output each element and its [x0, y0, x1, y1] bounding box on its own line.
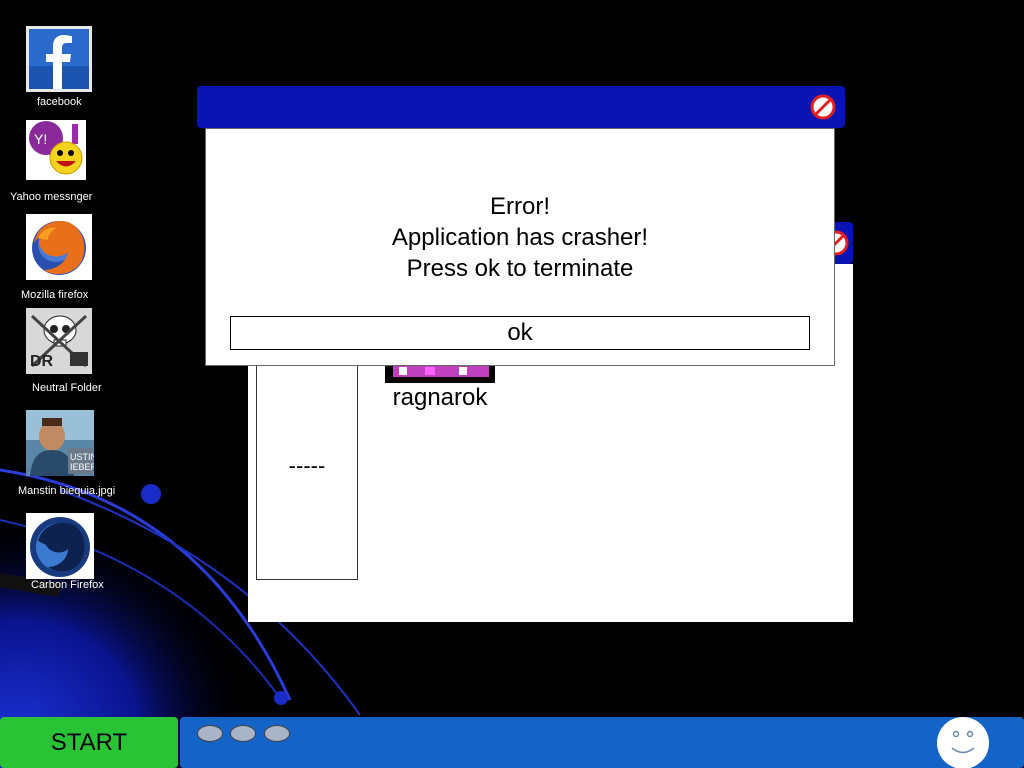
- taskbar: [180, 717, 1024, 768]
- error-detail: Application has crasher!: [391, 224, 649, 251]
- desktop-icon-manstin-biequia[interactable]: USTIN IEBER Manstin biequia.jpgi: [0, 410, 130, 500]
- start-button[interactable]: START: [0, 717, 178, 768]
- desktop-icon-label: Neutral Folder: [32, 382, 102, 394]
- carbon-firefox-icon: [26, 513, 94, 579]
- ok-button[interactable]: ok: [230, 316, 810, 350]
- error-message: Error! Application has crasher! Press ok…: [206, 191, 834, 284]
- desktop-icon-label: Manstin biequia.jpgi: [18, 485, 116, 497]
- skull-folder-icon: DR: [26, 308, 92, 374]
- desktop-icon-label: Carbon Firefox: [31, 579, 104, 591]
- facebook-icon: [26, 26, 92, 92]
- desktop-icon-carbon-firefox[interactable]: Carbon Firefox: [0, 513, 130, 603]
- yahoo-messenger-icon: Y!: [26, 120, 86, 180]
- side-panel-text: -----: [288, 453, 326, 478]
- error-dialog: Error! Application has crasher! Press ok…: [197, 86, 845, 368]
- desktop-icon-label: Mozilla firefox: [21, 289, 89, 301]
- svg-text:USTIN: USTIN: [70, 452, 94, 462]
- firefox-icon: [26, 214, 92, 280]
- desktop-icon-label: Yahoo messnger: [10, 191, 93, 203]
- dialog-content: Error! Application has crasher! Press ok…: [205, 128, 835, 366]
- svg-text:IEBER: IEBER: [70, 462, 94, 472]
- taskbar-button[interactable]: [264, 725, 290, 742]
- error-instruction: Press ok to terminate: [406, 255, 634, 282]
- error-title: Error!: [490, 193, 550, 220]
- desktop-icon-facebook[interactable]: facebook: [0, 26, 130, 116]
- ragnarok-label[interactable]: ragnarok: [385, 384, 495, 412]
- close-icon[interactable]: [809, 93, 837, 121]
- svg-text:Y!: Y!: [34, 131, 47, 147]
- desktop-icon-mozilla-firefox[interactable]: Mozilla firefox: [0, 214, 130, 304]
- desktop-icon-label: facebook: [37, 96, 82, 108]
- smiley-face-icon[interactable]: [937, 717, 989, 768]
- desktop-icon-neutral-folder[interactable]: DR Neutral Folder: [0, 308, 130, 398]
- photo-icon: USTIN IEBER: [26, 410, 94, 476]
- desktop-icon-yahoo-messenger[interactable]: Y! Yahoo messnger: [0, 120, 130, 210]
- taskbar-button[interactable]: [230, 725, 256, 742]
- svg-text:DR: DR: [30, 353, 54, 370]
- taskbar-button[interactable]: [197, 725, 223, 742]
- dialog-titlebar[interactable]: [197, 86, 845, 128]
- desktop: facebook Y! Yahoo messnger Mozilla firef…: [0, 0, 1024, 768]
